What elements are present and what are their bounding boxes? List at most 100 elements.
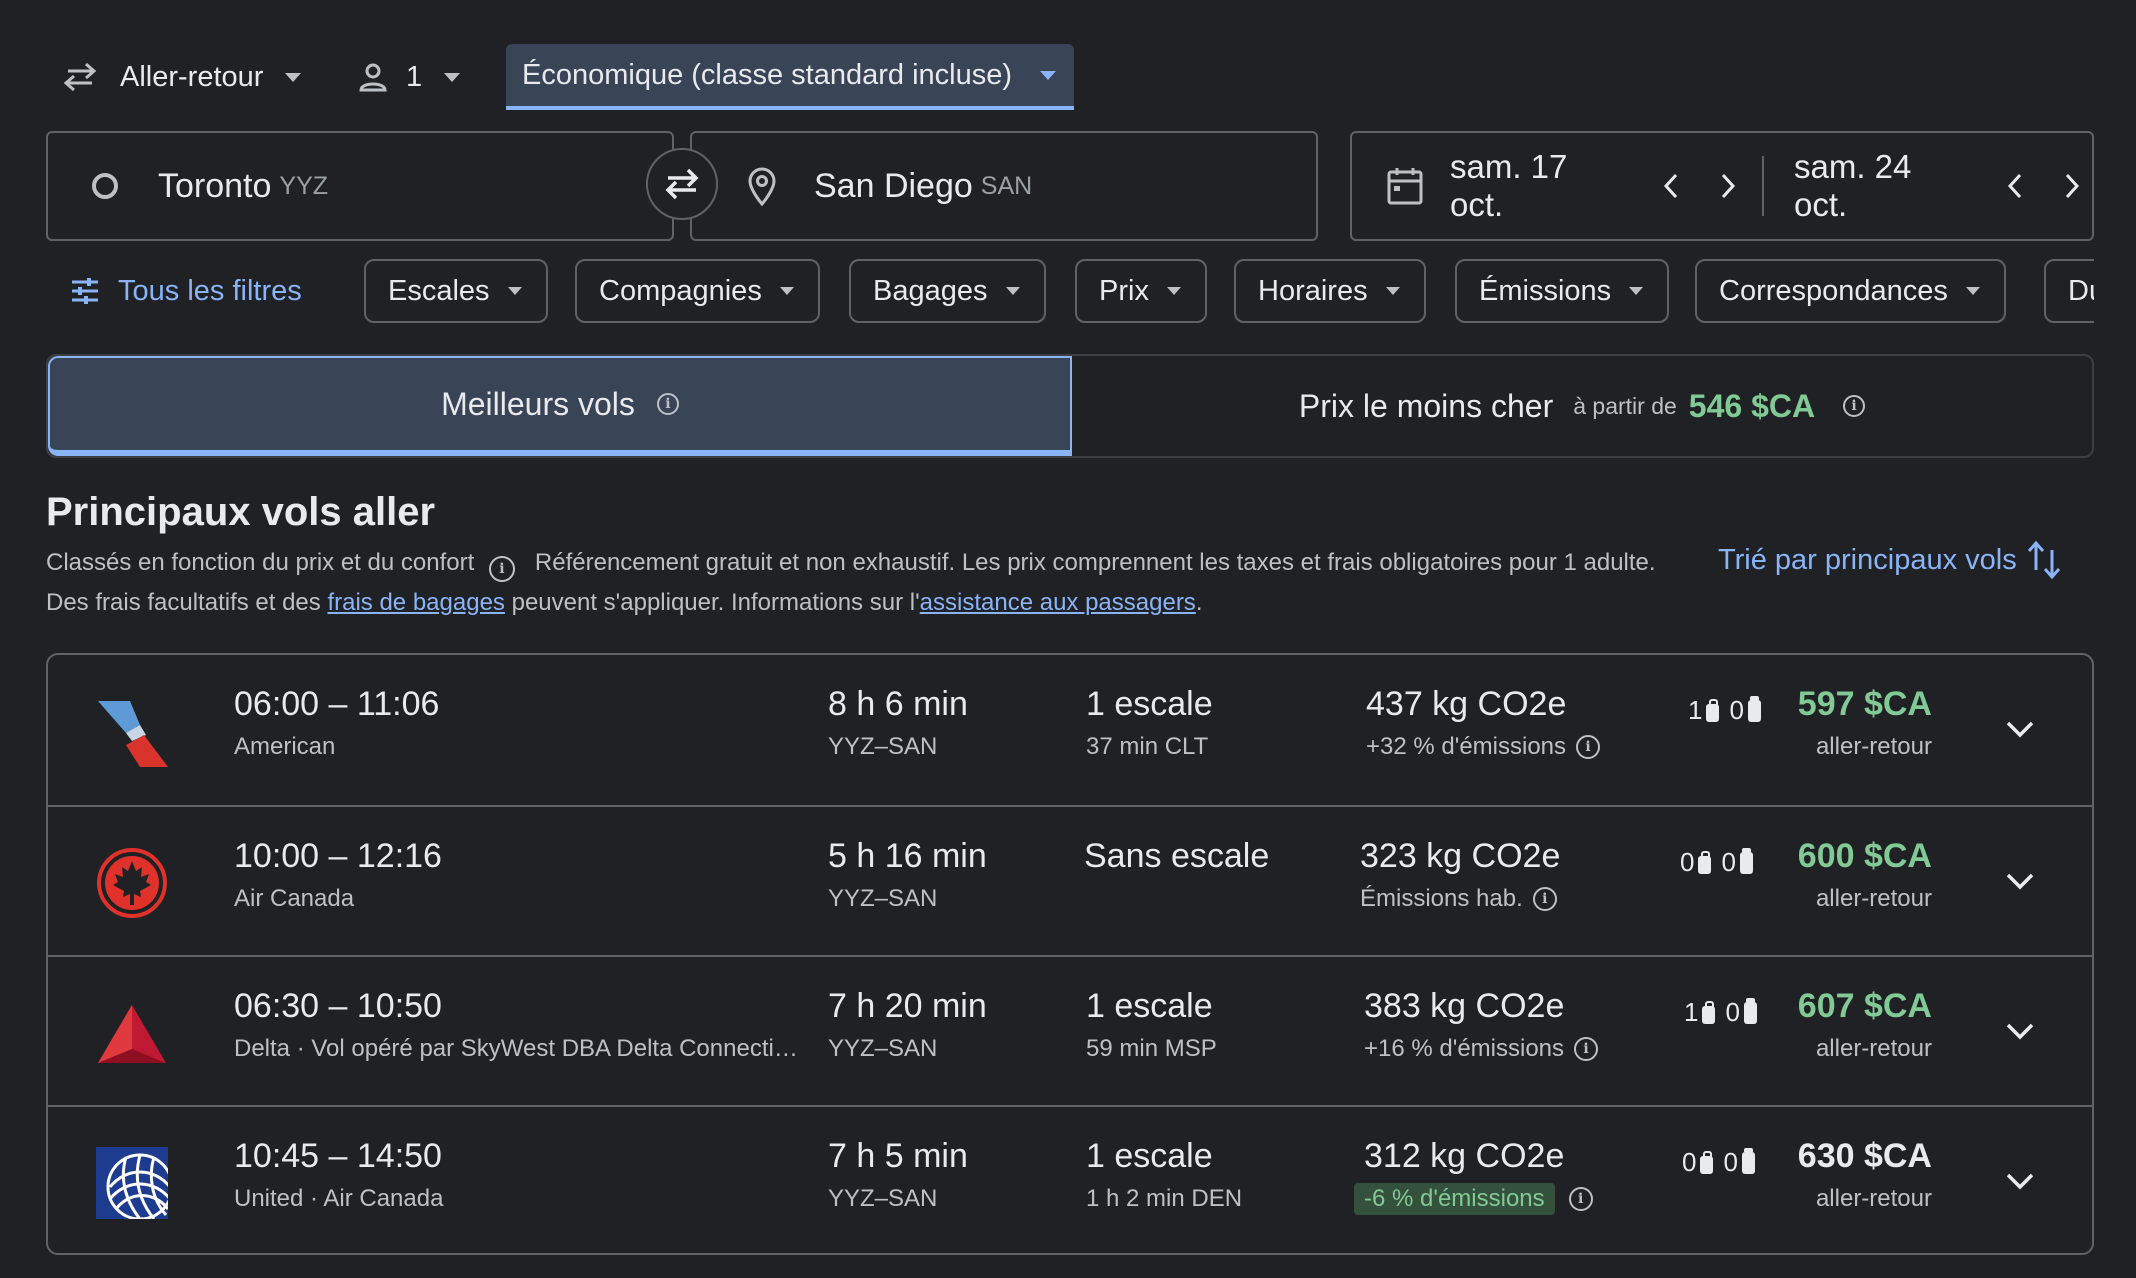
expand-button[interactable] (1996, 1157, 2044, 1205)
depart-prev-button[interactable] (1651, 166, 1690, 206)
emissions-note-text: +32 % d'émissions (1366, 733, 1567, 760)
all-filters-label: Tous les filtres (118, 274, 302, 307)
flight-times: 10:45 – 14:50 (234, 1137, 442, 1175)
filter-chip-price[interactable]: Prix (1075, 259, 1207, 323)
flight-route: YYZ–SAN (828, 885, 938, 912)
flight-times: 06:00 – 11:06 (234, 685, 440, 723)
co2-emissions: 312 kg CO2e (1364, 1137, 1565, 1175)
flight-row[interactable]: 10:00 – 12:16 Air Canada 5 h 16 min YYZ–… (48, 805, 2092, 957)
info-icon[interactable]: i (1568, 1187, 1593, 1211)
all-filters-button[interactable]: Tous les filtres (70, 259, 302, 323)
flight-stops: 1 escale (1086, 987, 1213, 1025)
destination-city: San Diego (814, 166, 973, 205)
flight-price: 600 $CA (1797, 837, 1932, 875)
carry-on-bag-icon (1706, 698, 1720, 722)
flight-row[interactable]: 10:45 – 14:50 United · Air Canada 7 h 5 … (48, 1105, 2092, 1253)
info-icon[interactable]: i (656, 393, 679, 415)
expand-button[interactable] (1996, 705, 2044, 753)
flight-row[interactable]: 06:00 – 11:06 American 8 h 6 min YYZ–SAN… (48, 655, 2092, 805)
chip-label: Bagages (873, 274, 988, 307)
airline-name: Delta · Vol opéré par SkyWest DBA Delta … (234, 1035, 798, 1062)
co2-emissions: 323 kg CO2e (1360, 837, 1561, 875)
destination-code: SAN (980, 171, 1033, 200)
checked-bag-icon (1741, 1147, 1755, 1174)
carry-on-bag-icon (1698, 850, 1712, 874)
trip-type-label: Aller-retour (120, 60, 264, 93)
chevron-down-icon (1629, 287, 1644, 295)
checked-bag-icon (1739, 847, 1753, 874)
filter-chip-duration[interactable]: Du (2044, 259, 2094, 323)
return-prev-button[interactable] (1995, 166, 2034, 206)
filter-chip-stops[interactable]: Escales (364, 259, 548, 323)
swap-icon (662, 167, 702, 201)
united-logo (96, 1147, 168, 1219)
cabin-class-select[interactable]: Économique (classe standard incluse) (506, 44, 1075, 110)
sort-button[interactable]: Trié par principaux vols (1718, 540, 2061, 580)
filter-chip-bags[interactable]: Bagages (849, 259, 1046, 323)
depart-next-button[interactable] (1709, 166, 1748, 206)
chip-label: Escales (388, 274, 490, 307)
baggage-info: 1 0 (1684, 997, 1767, 1028)
carry-on-count: 0 (1682, 1147, 1697, 1177)
flight-row[interactable]: 06:30 – 10:50 Delta · Vol opéré par SkyW… (48, 955, 2092, 1107)
flight-route: YYZ–SAN (828, 1035, 938, 1062)
info-icon[interactable]: i (1576, 735, 1601, 759)
chevron-right-icon (1722, 173, 1736, 199)
info-icon[interactable]: i (1532, 887, 1557, 911)
chip-label: Correspondances (1719, 274, 1948, 307)
co2-emissions: 383 kg CO2e (1364, 987, 1565, 1025)
tab-cheapest[interactable]: Prix le moins cher à partir de 546 $CA i (1072, 356, 2092, 456)
return-date[interactable]: sam. 24 oct. (1794, 148, 1971, 224)
info-icon[interactable]: i (1843, 395, 1866, 417)
filter-chip-airlines[interactable]: Compagnies (575, 259, 820, 323)
expand-button[interactable] (1996, 857, 2044, 905)
info-icon[interactable]: i (488, 556, 515, 582)
emissions-badge: -6 % d'émissions (1354, 1183, 1555, 1215)
filter-chip-times[interactable]: Horaires (1234, 259, 1426, 323)
filter-chip-emissions[interactable]: Émissions (1455, 259, 1670, 323)
origin-field[interactable]: Toronto YYZ (46, 131, 674, 241)
checked-bag-icon (1743, 997, 1757, 1024)
return-next-button[interactable] (2053, 166, 2092, 206)
carry-on-count: 0 (1680, 847, 1695, 877)
tab-best-flights[interactable]: Meilleurs vols i (48, 356, 1072, 456)
flight-duration: 7 h 20 min (828, 987, 987, 1025)
filter-chip-connections[interactable]: Correspondances (1695, 259, 2006, 323)
chevron-left-icon (1663, 173, 1677, 199)
trip-type-select[interactable]: Aller-retour (62, 44, 302, 110)
passengers-select[interactable]: 1 (358, 44, 461, 110)
date-range-field: sam. 17 oct. sam. 24 oct. (1350, 131, 2094, 241)
origin-city: Toronto (158, 166, 272, 205)
passengers-count: 1 (406, 60, 423, 93)
date-divider (1762, 156, 1764, 216)
info-icon[interactable]: i (1574, 1037, 1599, 1061)
emissions-note: -6 % d'émissions i (1354, 1183, 1593, 1215)
passenger-assistance-link[interactable]: assistance aux passagers (920, 589, 1196, 616)
flight-stops: 1 escale (1086, 685, 1213, 723)
baggage-info: 1 0 (1688, 695, 1771, 726)
destination-field[interactable]: San Diego SAN (690, 131, 1318, 241)
expand-button[interactable] (1996, 1007, 2044, 1055)
cabin-class-label: Économique (classe standard incluse) (522, 58, 1013, 91)
flight-times: 10:00 – 12:16 (234, 837, 442, 875)
flight-duration: 8 h 6 min (828, 685, 968, 723)
chevron-down-icon (2006, 1023, 2034, 1040)
american-airlines-logo (96, 695, 168, 767)
chevron-down-icon (1166, 287, 1181, 295)
carry-on-bag-icon (1702, 1000, 1716, 1024)
flight-duration: 5 h 16 min (828, 837, 987, 875)
delta-logo (96, 997, 168, 1069)
price-type: aller-retour (1815, 1035, 1932, 1062)
swap-button[interactable] (646, 148, 718, 220)
baggage-info: 0 0 (1682, 1147, 1765, 1178)
location-pin-icon (746, 166, 778, 206)
emissions-note-text: Émissions hab. (1360, 885, 1523, 912)
chevron-down-icon (444, 72, 461, 82)
price-type: aller-retour (1815, 885, 1932, 912)
checked-bag-count: 0 (1723, 1147, 1738, 1177)
origin-code: YYZ (279, 171, 329, 200)
co2-emissions: 437 kg CO2e (1366, 685, 1567, 723)
baggage-fees-link[interactable]: frais de bagages (327, 589, 504, 616)
carry-on-count: 1 (1688, 695, 1703, 725)
depart-date[interactable]: sam. 17 oct. (1450, 148, 1627, 224)
